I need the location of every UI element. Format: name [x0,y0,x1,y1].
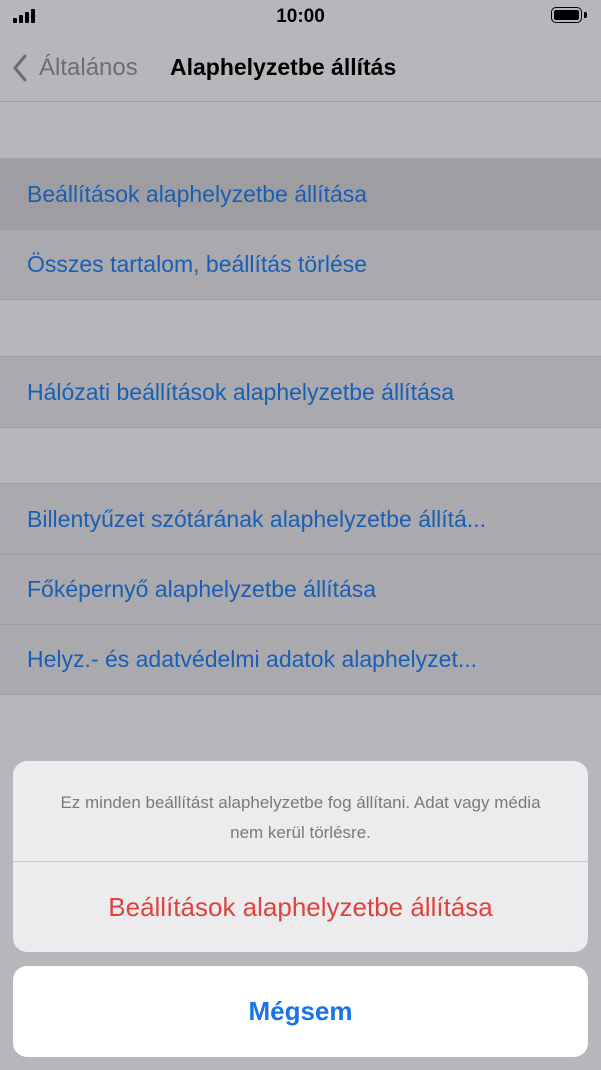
group-divider [0,299,601,300]
reset-group-2: Hálózati beállítások alaphelyzetbe állít… [0,357,601,427]
page-title: Alaphelyzetbe állítás [170,54,397,80]
action-sheet: Ez minden beállítást alaphelyzetbe fog á… [13,761,588,952]
group-divider [0,427,601,428]
action-sheet-message: Ez minden beállítást alaphelyzetbe fog á… [60,793,541,842]
list-item-erase-all[interactable]: Összes tartalom, beállítás törlése [0,229,601,299]
list-item-reset-keyboard-dictionary[interactable]: Billentyűzet szótárának alaphelyzetbe ál… [0,484,601,554]
list-item-reset-location-privacy[interactable]: Helyz.- és adatvédelmi adatok alaphelyze… [0,624,601,694]
list-item-label: Főképernyő alaphelyzetbe állítása [27,575,377,602]
group-divider [0,694,601,695]
list-item-reset-settings[interactable]: Beállítások alaphelyzetbe állítása [0,159,601,229]
list-item-reset-home-screen[interactable]: Főképernyő alaphelyzetbe állítása [0,554,601,624]
reset-settings-confirm-button[interactable]: Beállítások alaphelyzetbe állítása [13,862,588,952]
list-item-label: Helyz.- és adatvédelmi adatok alaphelyze… [27,645,478,672]
reset-group-1: Beállítások alaphelyzetbe állítása Össze… [0,159,601,299]
list-item-label: Hálózati beállítások alaphelyzetbe állít… [27,378,455,405]
cancel-button[interactable]: Mégsem [13,966,588,1057]
back-button-label: Általános [39,54,138,81]
status-time: 10:00 [276,6,325,27]
chevron-left-icon [13,54,27,82]
list-item-label: Beállítások alaphelyzetbe állítása [27,180,368,207]
list-item-label: Összes tartalom, beállítás törlése [27,250,368,277]
battery-icon [551,7,589,25]
back-button[interactable]: Általános [12,51,138,85]
list-item-reset-network[interactable]: Hálózati beállítások alaphelyzetbe állít… [0,357,601,427]
reset-group-3: Billentyűzet szótárának alaphelyzetbe ál… [0,484,601,694]
list-item-label: Billentyűzet szótárának alaphelyzetbe ál… [27,505,486,532]
navigation-bar: Általános Alaphelyzetbe állítás [0,34,601,102]
status-bar: 10:00 [0,0,601,34]
